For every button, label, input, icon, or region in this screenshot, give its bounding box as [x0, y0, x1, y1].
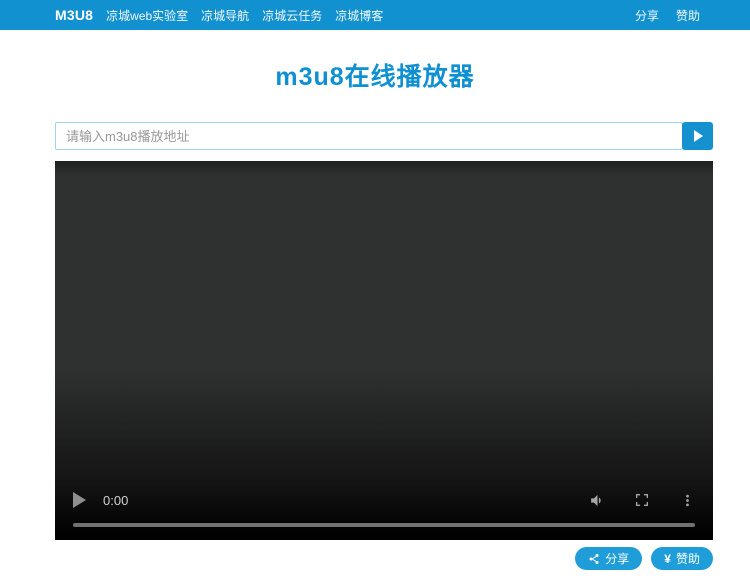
- action-buttons-row: 分享 ¥ 赞助: [55, 547, 713, 570]
- yen-icon: ¥: [664, 551, 671, 566]
- nav-item-cloud-task[interactable]: 凉城云任务: [262, 7, 322, 24]
- volume-icon: [591, 494, 601, 506]
- page-title: m3u8在线播放器: [275, 63, 475, 91]
- navbar-right-group: 分享 赞助: [635, 7, 700, 24]
- video-controls-row: 0:00: [73, 483, 695, 517]
- fullscreen-icon: [636, 494, 648, 506]
- nav-sponsor-link[interactable]: 赞助: [676, 7, 700, 24]
- nav-share-link[interactable]: 分享: [635, 7, 659, 24]
- play-icon: [694, 130, 703, 142]
- m3u8-url-input[interactable]: [55, 122, 683, 150]
- video-player[interactable]: 0:00: [55, 161, 713, 540]
- video-controls-bar: 0:00: [55, 483, 713, 540]
- brand-link[interactable]: M3U8: [55, 7, 93, 23]
- play-submit-button[interactable]: [682, 122, 713, 150]
- sponsor-button-label: 赞助: [675, 552, 700, 566]
- mute-button[interactable]: [589, 492, 606, 509]
- sponsor-button[interactable]: ¥ 赞助: [651, 547, 713, 570]
- nav-item-navigation[interactable]: 凉城导航: [201, 7, 249, 24]
- fullscreen-button[interactable]: [634, 492, 650, 508]
- share-icon: [589, 553, 599, 564]
- share-button[interactable]: 分享: [575, 547, 643, 570]
- more-vertical-icon: [686, 494, 689, 506]
- video-current-time: 0:00: [103, 492, 129, 508]
- url-input-group: [55, 122, 713, 150]
- navbar-left-group: M3U8 凉城web实验室 凉城导航 凉城云任务 凉城博客: [55, 7, 383, 24]
- video-progress-bar[interactable]: [73, 523, 695, 527]
- top-navbar: M3U8 凉城web实验室 凉城导航 凉城云任务 凉城博客 分享 赞助: [0, 0, 750, 30]
- nav-item-blog[interactable]: 凉城博客: [335, 7, 383, 24]
- nav-item-web-lab[interactable]: 凉城web实验室: [106, 7, 188, 24]
- video-play-button[interactable]: [73, 492, 86, 508]
- overflow-menu-button[interactable]: [680, 493, 695, 508]
- share-button-label: 分享: [605, 552, 630, 566]
